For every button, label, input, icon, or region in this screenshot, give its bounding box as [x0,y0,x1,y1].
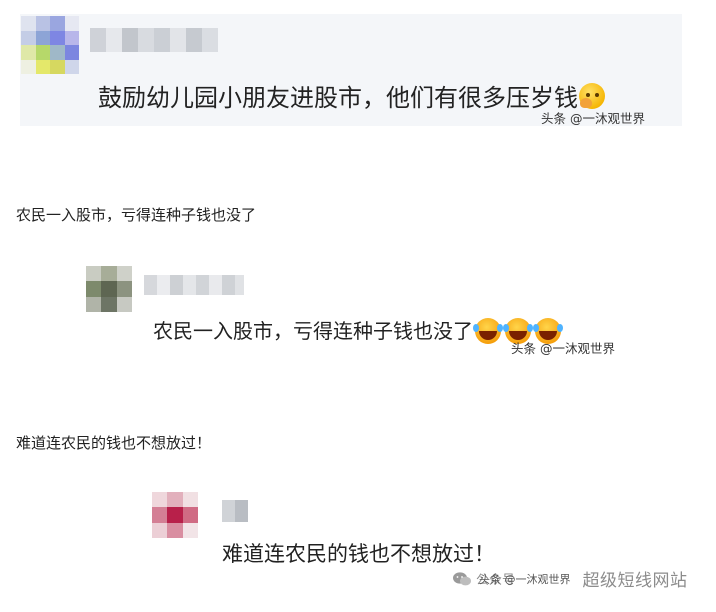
laughing-face-icon [473,317,501,344]
footer-toutiao-watermark: 头条 @一沐观世界 [479,572,571,586]
site-name: 超级短线网站 [582,571,688,591]
comment-3-text: 难道连农民的钱也不想放过！ [222,542,495,566]
comment-1-body: 鼓励幼儿园小朋友进股市，他们有很多压岁钱 [98,84,578,112]
footer-watermark: 公众号 头条 @一沐观世界 超级短线网站 [452,566,688,591]
username-1-blurred[interactable] [90,28,218,52]
username-3-blurred[interactable] [222,500,248,522]
avatar-3[interactable] [152,492,198,538]
watermark-1: 头条 @一沐观世界 [541,111,645,126]
caption-2: 农民一入股市，亏得连种子钱也没了 [16,206,257,224]
username-2-blurred[interactable] [144,275,244,295]
wechat-icon [453,571,471,585]
thinking-face-icon [579,83,605,109]
comment-1-text: 鼓励幼儿园小朋友进股市，他们有很多压岁钱 [98,78,605,113]
comment-2-body: 农民一入股市，亏得连种子钱也没了 [153,319,473,343]
watermark-2: 头条 @一沐观世界 [511,341,615,356]
avatar-2[interactable] [86,266,132,312]
caption-3: 难道连农民的钱也不想放过！ [16,434,212,452]
comment-2-text: 农民一入股市，亏得连种子钱也没了 [153,315,561,346]
avatar-1[interactable] [21,16,79,74]
